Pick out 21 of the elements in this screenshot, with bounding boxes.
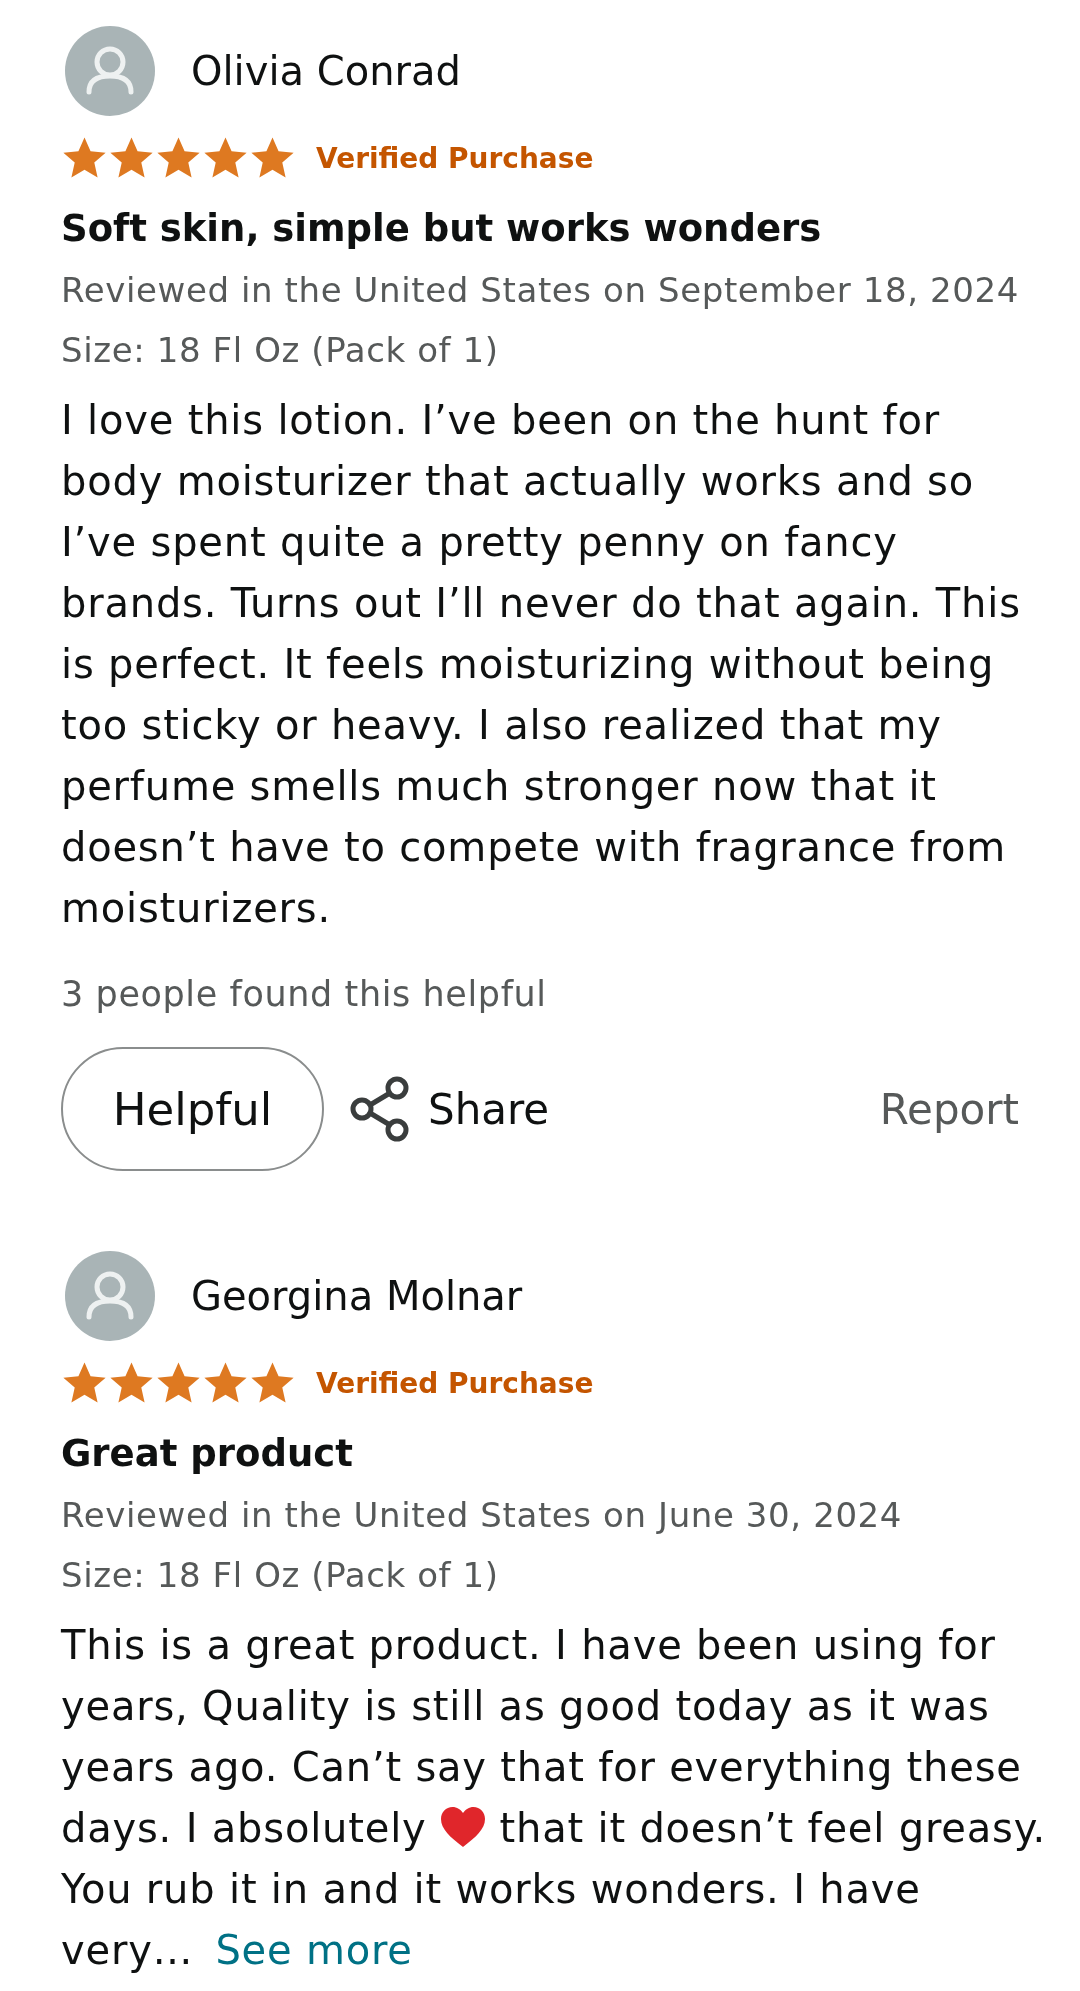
review-title: Soft skin, simple but works wonders	[61, 206, 823, 252]
reviewer-name: Olivia Conrad	[191, 47, 461, 96]
report-button[interactable]: Report	[879, 1084, 1019, 1134]
product-size: Size: 18 Fl Oz (Pack of 1)	[61, 1554, 500, 1597]
see-more-link[interactable]: See more	[215, 1927, 413, 1973]
verified-purchase-label: Verified Purchase	[316, 140, 594, 177]
review-date: Reviewed in the United States on June 30, 2024	[61, 1494, 904, 1537]
review-text: I love this lotion. I’ve been on the hunt for body moisturizer that actually works and so I’ve spent quite a pretty penny on fancy brands. Turns out I’ll never do that again. This is perfect. It feels moisturizing without being too sticky or heavy. I also realized that my perfume smells much stronger now that it doesn’t have to compete with fragrance from moisturizers.	[61, 396, 1022, 933]
share-button[interactable]: Share	[350, 1076, 550, 1142]
review-title: Great product	[61, 1431, 354, 1477]
helpful-button[interactable]: Helpful	[61, 1047, 324, 1171]
review-date: Reviewed in the United States on September 18, 2024	[61, 269, 1020, 312]
review-text: This is a great product. I have been using for years, Quality is still as good today as it was years ago. Can’t say that for everything these days. I absolutely that it doesn’t feel greasy. You rub it in and it works wonders. I have very… See more	[61, 1621, 1047, 1975]
avatar-icon	[65, 26, 155, 116]
verified-purchase-label: Verified Purchase	[316, 1365, 594, 1402]
share-icon	[350, 1076, 410, 1142]
heart-icon	[440, 1806, 487, 1848]
helpful-count: 3 people found this helpful	[61, 973, 548, 1016]
avatar-icon	[65, 1251, 155, 1341]
product-size: Size: 18 Fl Oz (Pack of 1)	[61, 329, 500, 372]
reviewer-name: Georgina Molnar	[191, 1272, 523, 1321]
